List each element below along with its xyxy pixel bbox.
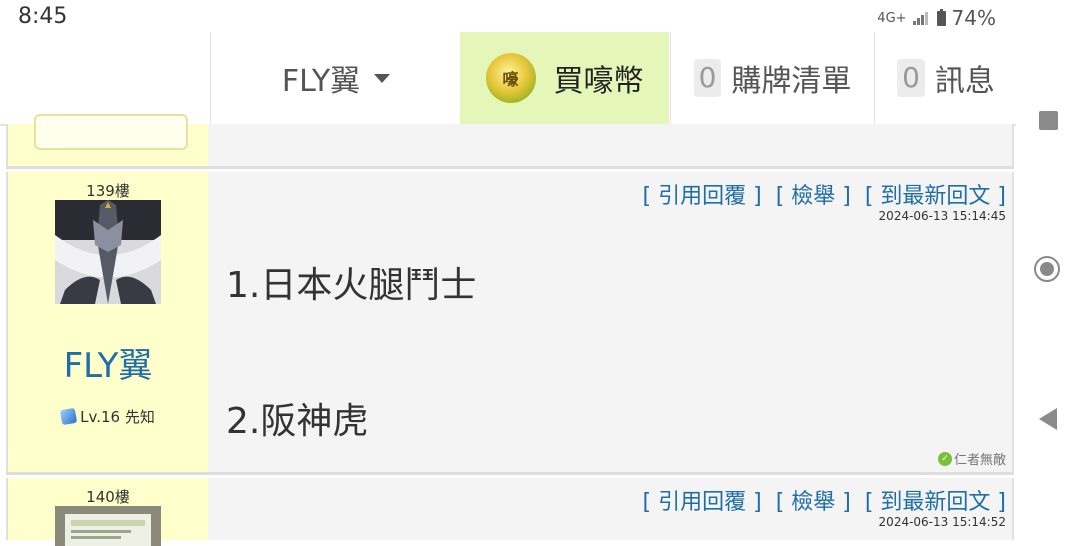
post-content: [ 引用回覆 ] [ 檢舉 ] [ 到最新回文 ] 2024-06-13 15:…	[208, 172, 1012, 472]
user-menu-label: FLY翼	[281, 64, 361, 99]
messages-count-badge: 0	[897, 59, 925, 97]
signature-text: 仁者無敵	[953, 453, 1006, 468]
go-latest-link[interactable]: [ 到最新回文 ]	[865, 178, 1006, 210]
post-body-line: 1.日本火腿鬥士	[226, 265, 477, 306]
signal-icon	[912, 11, 931, 25]
avatar[interactable]	[55, 506, 161, 546]
post-sidebar	[8, 114, 208, 166]
avatar-image	[55, 506, 161, 546]
messages-label: 訊息	[934, 64, 995, 99]
report-link[interactable]: [ 檢舉 ]	[776, 484, 851, 516]
previous-post	[6, 114, 1014, 169]
chevron-down-icon	[374, 73, 391, 83]
thread-list: 139樓 FLY翼 Lv.16 先知 [引用回覆] [檢舉] [到最新…	[6, 114, 1014, 546]
post-actions: [ 引用回覆 ] [ 檢舉 ] [ 到最新回文 ]	[643, 484, 1006, 516]
back-icon[interactable]	[1039, 408, 1057, 430]
network-indicator: 4G+	[877, 10, 907, 26]
post-sidebar: 139樓 FLY翼 Lv.16 先知	[8, 172, 208, 472]
post-timestamp: 2024-06-13 15:14:45	[878, 209, 1006, 223]
post-sidebar: 140樓	[8, 478, 208, 546]
cart-label: 購牌清單	[731, 64, 852, 99]
post-timestamp: 2024-06-13 15:14:52	[878, 515, 1006, 529]
report-link[interactable]: [ 檢舉 ]	[776, 178, 851, 210]
user-menu-button[interactable]: FLY翼	[210, 32, 461, 124]
signature-icon: ✓	[937, 451, 952, 466]
avatar-image	[55, 200, 161, 304]
battery-icon	[936, 8, 946, 26]
home-icon[interactable]	[1034, 256, 1060, 282]
messages-button[interactable]: 0 訊息	[874, 32, 1017, 124]
cart-count-badge: 0	[693, 59, 722, 97]
post-content: [ 引用回覆 ] [ 檢舉 ] [ 到最新回文 ] 2024-06-13 15:…	[208, 478, 1012, 540]
post-body-line: 2.阪神虎	[226, 401, 369, 442]
coin-icon: 嚎	[485, 53, 536, 103]
battery-level: 74%	[951, 6, 996, 30]
previous-post-box	[34, 114, 188, 150]
buy-coin-label: 買嚎幣	[553, 64, 644, 99]
post-actions: [ 引用回覆 ] [ 檢舉 ] [ 到最新回文 ]	[643, 178, 1006, 210]
cart-button[interactable]: 0 購牌清單	[670, 32, 874, 124]
level-badge-icon	[59, 407, 78, 426]
quote-reply-link[interactable]: [ 引用回覆 ]	[643, 484, 762, 516]
post-content	[208, 124, 1012, 166]
status-bar: 8:45 4G+ 74%	[0, 0, 1016, 32]
user-level: Lv.16 先知	[8, 406, 208, 427]
status-icons: 4G+ 74%	[877, 6, 996, 30]
quote-reply-link[interactable]: [ 引用回覆 ]	[643, 178, 762, 210]
top-nav-bar: FLY翼 嚎 買嚎幣 0 購牌清單 0 訊息	[0, 32, 1016, 126]
post-signature: ✓ 仁者無敵	[937, 449, 1006, 468]
go-latest-link[interactable]: [ 到最新回文 ]	[865, 484, 1006, 516]
post-139: 139樓 FLY翼 Lv.16 先知 [引用回覆] [檢舉] [到最新…	[6, 172, 1014, 475]
buy-coin-button[interactable]: 嚎 買嚎幣	[460, 32, 669, 124]
post-author-name[interactable]: FLY翼	[8, 338, 208, 387]
post-140: 140樓 [ 引用回覆 ] [ 檢舉 ] [ 到最新回文 ] 2024-06-1…	[6, 478, 1014, 546]
level-text: Lv.16 先知	[80, 408, 155, 426]
floor-number: 139樓	[86, 182, 130, 200]
avatar[interactable]	[55, 200, 161, 304]
status-time: 8:45	[18, 4, 68, 29]
recent-apps-icon[interactable]	[1039, 111, 1058, 130]
floor-number: 140樓	[86, 488, 130, 506]
